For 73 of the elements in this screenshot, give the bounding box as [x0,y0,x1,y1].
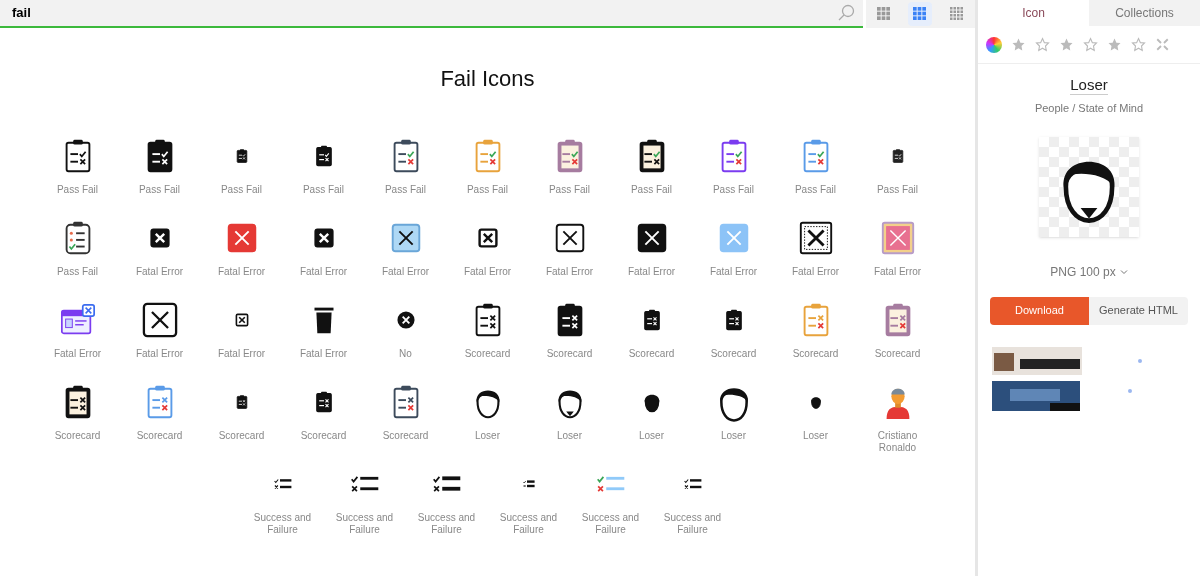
icon-tile[interactable]: Pass Fail [856,132,939,214]
icon-tile[interactable]: Pass Fail [610,132,693,214]
icon-tile[interactable]: Pass Fail [36,214,119,296]
icon-tile[interactable]: Scorecard [200,378,283,460]
expand-icon[interactable] [1155,37,1170,52]
icon-tile[interactable]: Fatal Error [528,214,611,296]
grid-icon [876,6,893,22]
icon-tile[interactable]: Success and Failure [487,460,570,542]
star-icon[interactable] [1107,37,1122,52]
icon-tile[interactable]: Loser [446,378,529,460]
icon-tile[interactable]: Fatal Error [118,296,201,378]
icon-tile[interactable]: Loser [692,378,775,460]
star-icon[interactable] [1083,37,1098,52]
icon-tile[interactable]: Success and Failure [241,460,324,542]
download-button[interactable]: Download [990,296,1089,325]
icon-tile[interactable]: Fatal Error [118,214,201,296]
icon-tile[interactable]: Scorecard [118,378,201,460]
icon-tile[interactable]: Success and Failure [651,460,734,542]
panel-tab[interactable]: Collections [1089,0,1200,26]
icon-tile[interactable]: Loser [610,378,693,460]
star-icon[interactable] [1035,37,1050,52]
icon-tile[interactable]: Success and Failure [569,460,652,542]
icon-tile[interactable]: Pass Fail [692,132,775,214]
icon-tile[interactable]: Scorecard [528,296,611,378]
icon-tile[interactable]: Pass Fail [528,132,611,214]
chevron-down-icon [1119,267,1128,276]
icon-tile[interactable]: Pass Fail [774,132,857,214]
star-icon[interactable] [1059,37,1074,52]
star-icon[interactable] [1131,37,1146,52]
icon-tile[interactable]: Pass Fail [118,132,201,214]
icon-tile[interactable]: Success and Failure [405,460,488,542]
icon-tile[interactable]: Scorecard [774,296,857,378]
icon-tile[interactable]: Scorecard [364,378,447,460]
icon-tile[interactable]: Scorecard [692,296,775,378]
icon-tile[interactable]: Pass Fail [200,132,283,214]
icon-tile[interactable]: Fatal Error [364,214,447,296]
format-dropdown[interactable]: PNG 100 px [1050,262,1128,281]
icon-tile[interactable]: Scorecard [610,296,693,378]
icon-category: People / State of Mind [1034,101,1144,116]
icon-tile[interactable]: Success and Failure [323,460,406,542]
star-icon[interactable] [1011,37,1026,52]
icon-tile[interactable]: No [364,296,447,378]
icon-tile[interactable]: Pass Fail [446,132,529,214]
icon-tile[interactable]: Scorecard [856,296,939,378]
grid-icon [912,6,929,22]
view-mode-button[interactable] [908,2,933,26]
search-icon[interactable] [837,4,855,22]
icon-tile[interactable]: Loser [774,378,857,460]
icon-tile[interactable]: Fatal Error [200,214,283,296]
icon-tile[interactable]: Scorecard [446,296,529,378]
icon-tile[interactable]: Pass Fail [282,132,365,214]
icon-tile[interactable]: Scorecard [282,378,365,460]
page-title: Fail Icons [439,65,536,93]
generate-html-button[interactable]: Generate HTML [1089,296,1188,325]
icon-tile[interactable]: Cristiano Ronaldo [856,378,939,460]
icon-tile[interactable]: Fatal Error [774,214,857,296]
icon-name: Loser [1070,76,1108,95]
icon-tile[interactable]: Fatal Error [856,214,939,296]
icon-tile[interactable]: Fatal Error [200,296,283,378]
icon-tile[interactable]: Fatal Error [282,214,365,296]
icon-tile[interactable]: Fatal Error [446,214,529,296]
icon-tile[interactable]: Fatal Error [692,214,775,296]
search-input[interactable]: fail [12,3,837,23]
search-field[interactable]: fail [0,0,863,28]
icon-tile[interactable]: Scorecard [36,378,119,460]
grid-icon [948,6,965,22]
color-wheel-icon[interactable] [986,36,1002,53]
icon-tile[interactable]: Fatal Error [282,296,365,378]
icon-tile[interactable]: Pass Fail [364,132,447,214]
icon-tile[interactable]: Fatal Error [36,296,119,378]
icon-tile[interactable]: Loser [528,378,611,460]
icon-tile[interactable]: Fatal Error [610,214,693,296]
icon-tile[interactable]: Pass Fail [36,132,119,214]
